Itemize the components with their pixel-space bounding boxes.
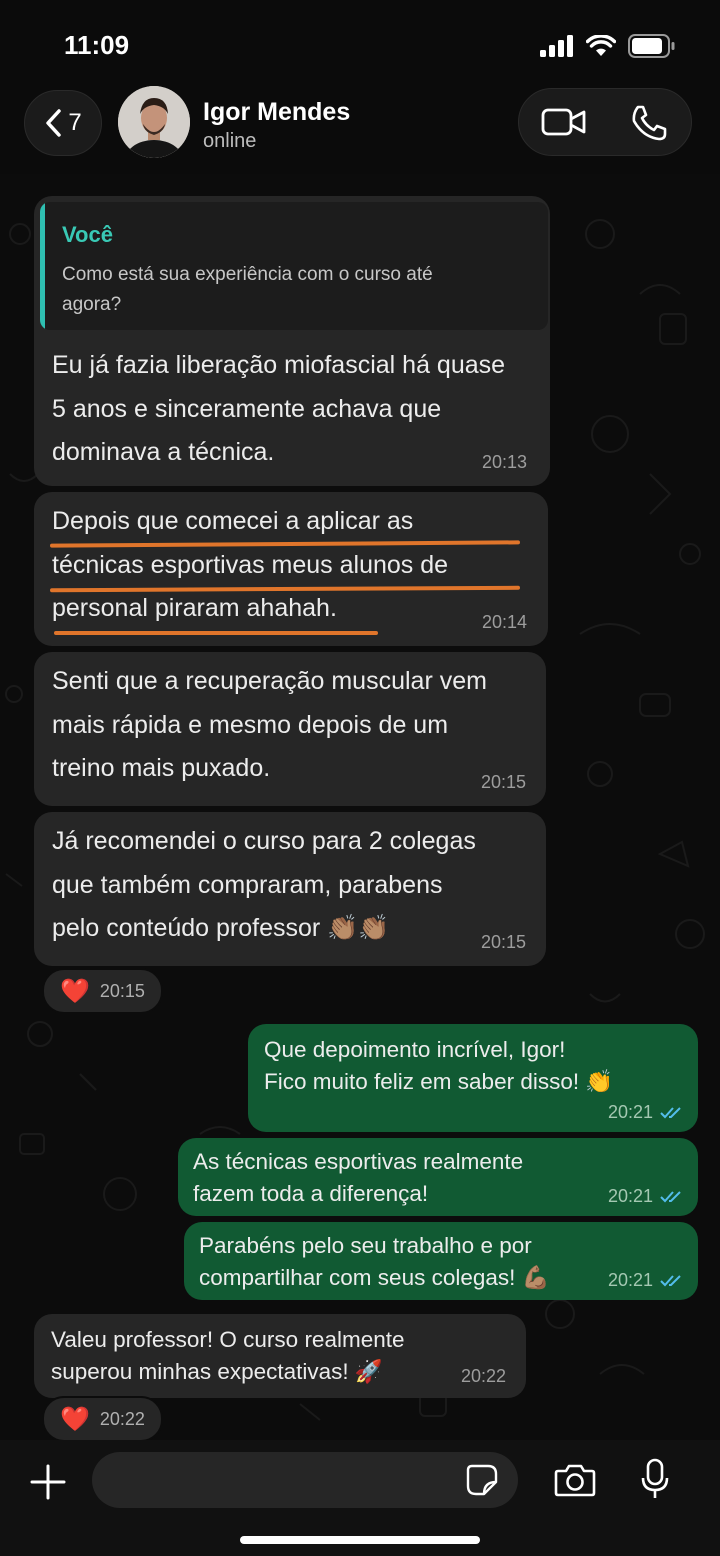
contact-name[interactable]: Igor Mendes bbox=[203, 98, 350, 127]
message-text: Valeu professor! O curso realmente super… bbox=[51, 1327, 405, 1384]
message-time: 20:13 bbox=[482, 452, 528, 472]
back-button[interactable]: 7 bbox=[24, 90, 102, 156]
message-time: 20:21 bbox=[608, 1102, 654, 1122]
quote-accent-bar bbox=[40, 202, 45, 330]
message-text: Eu já fazia liberação miofascial há quas… bbox=[52, 351, 506, 466]
signal-icon bbox=[540, 35, 573, 57]
heart-icon: ❤️ bbox=[60, 1405, 90, 1433]
message-time: 20:15 bbox=[481, 932, 527, 952]
avatar-image bbox=[118, 86, 190, 158]
message-bubble-outgoing[interactable]: As técnicas esportivas realmente fazem t… bbox=[178, 1138, 698, 1216]
message-text: Parabéns pelo seu trabalho e por compart… bbox=[199, 1233, 550, 1290]
reaction-time: 20:22 bbox=[99, 1408, 145, 1429]
chat-area[interactable]: Você Como está sua experiência com o cur… bbox=[0, 174, 720, 1440]
reaction-badge[interactable]: ❤️ 20:15 bbox=[42, 968, 163, 1014]
reaction-badge[interactable]: ❤️ 20:22 bbox=[42, 1396, 163, 1440]
phone-icon[interactable] bbox=[629, 103, 669, 143]
read-ticks-icon bbox=[660, 1107, 681, 1119]
message-bubble-incoming[interactable]: Já recomendei o curso para 2 colegas que… bbox=[34, 812, 546, 966]
camera-icon[interactable] bbox=[554, 1462, 596, 1498]
wifi-icon bbox=[586, 35, 616, 56]
chat-header: 7 Igor Mendes online bbox=[0, 82, 720, 174]
message-bubble-incoming[interactable]: Senti que a recuperação muscular vem mai… bbox=[34, 652, 546, 806]
status-icons bbox=[540, 34, 676, 58]
call-actions bbox=[518, 88, 692, 156]
home-indicator[interactable] bbox=[240, 1536, 480, 1544]
message-time: 20:14 bbox=[482, 612, 528, 632]
reaction-time: 20:15 bbox=[99, 980, 145, 1001]
message-text: Depois que comecei a aplicar as técnicas… bbox=[52, 507, 449, 622]
message-bubble-incoming[interactable]: Você Como está sua experiência com o cur… bbox=[34, 196, 550, 486]
message-text: Que depoimento incrível, Igor! Fico muit… bbox=[264, 1037, 614, 1094]
message-text: Já recomendei o curso para 2 colegas que… bbox=[52, 827, 476, 942]
highlight-underline bbox=[54, 631, 378, 635]
status-time: 11:09 bbox=[64, 30, 130, 60]
quoted-message[interactable]: Você Como está sua experiência com o cur… bbox=[40, 202, 548, 330]
read-ticks-icon bbox=[660, 1275, 681, 1287]
message-time: 20:21 bbox=[608, 1186, 654, 1206]
contact-status: online bbox=[203, 130, 257, 152]
avatar[interactable] bbox=[118, 86, 190, 158]
message-time: 20:15 bbox=[481, 772, 527, 792]
message-bubble-incoming[interactable]: Valeu professor! O curso realmente super… bbox=[34, 1314, 526, 1398]
message-text: Senti que a recuperação muscular vem mai… bbox=[52, 667, 487, 782]
message-bubble-incoming[interactable]: Depois que comecei a aplicar as técnicas… bbox=[34, 492, 548, 646]
message-input[interactable] bbox=[92, 1452, 518, 1508]
message-text: As técnicas esportivas realmente fazem t… bbox=[193, 1149, 524, 1206]
back-chevron-icon bbox=[46, 109, 62, 137]
composer-bar bbox=[0, 1440, 720, 1556]
status-bar: 11:09 bbox=[0, 0, 720, 82]
message-bubble-outgoing[interactable]: Que depoimento incrível, Igor! Fico muit… bbox=[248, 1024, 698, 1132]
quote-text: Como está sua experiência com o curso at… bbox=[62, 264, 433, 315]
quote-author: Você bbox=[62, 222, 113, 247]
message-time: 20:21 bbox=[608, 1270, 654, 1290]
message-bubble-outgoing[interactable]: Parabéns pelo seu trabalho e por compart… bbox=[184, 1222, 698, 1300]
heart-icon: ❤️ bbox=[60, 977, 90, 1005]
sticker-icon[interactable] bbox=[466, 1464, 498, 1496]
video-call-icon[interactable] bbox=[541, 107, 587, 137]
message-time: 20:22 bbox=[461, 1366, 507, 1386]
microphone-icon[interactable] bbox=[640, 1458, 670, 1500]
battery-icon bbox=[628, 34, 675, 58]
unread-count: 7 bbox=[68, 109, 82, 136]
read-ticks-icon bbox=[660, 1191, 681, 1203]
plus-icon[interactable] bbox=[28, 1462, 68, 1502]
